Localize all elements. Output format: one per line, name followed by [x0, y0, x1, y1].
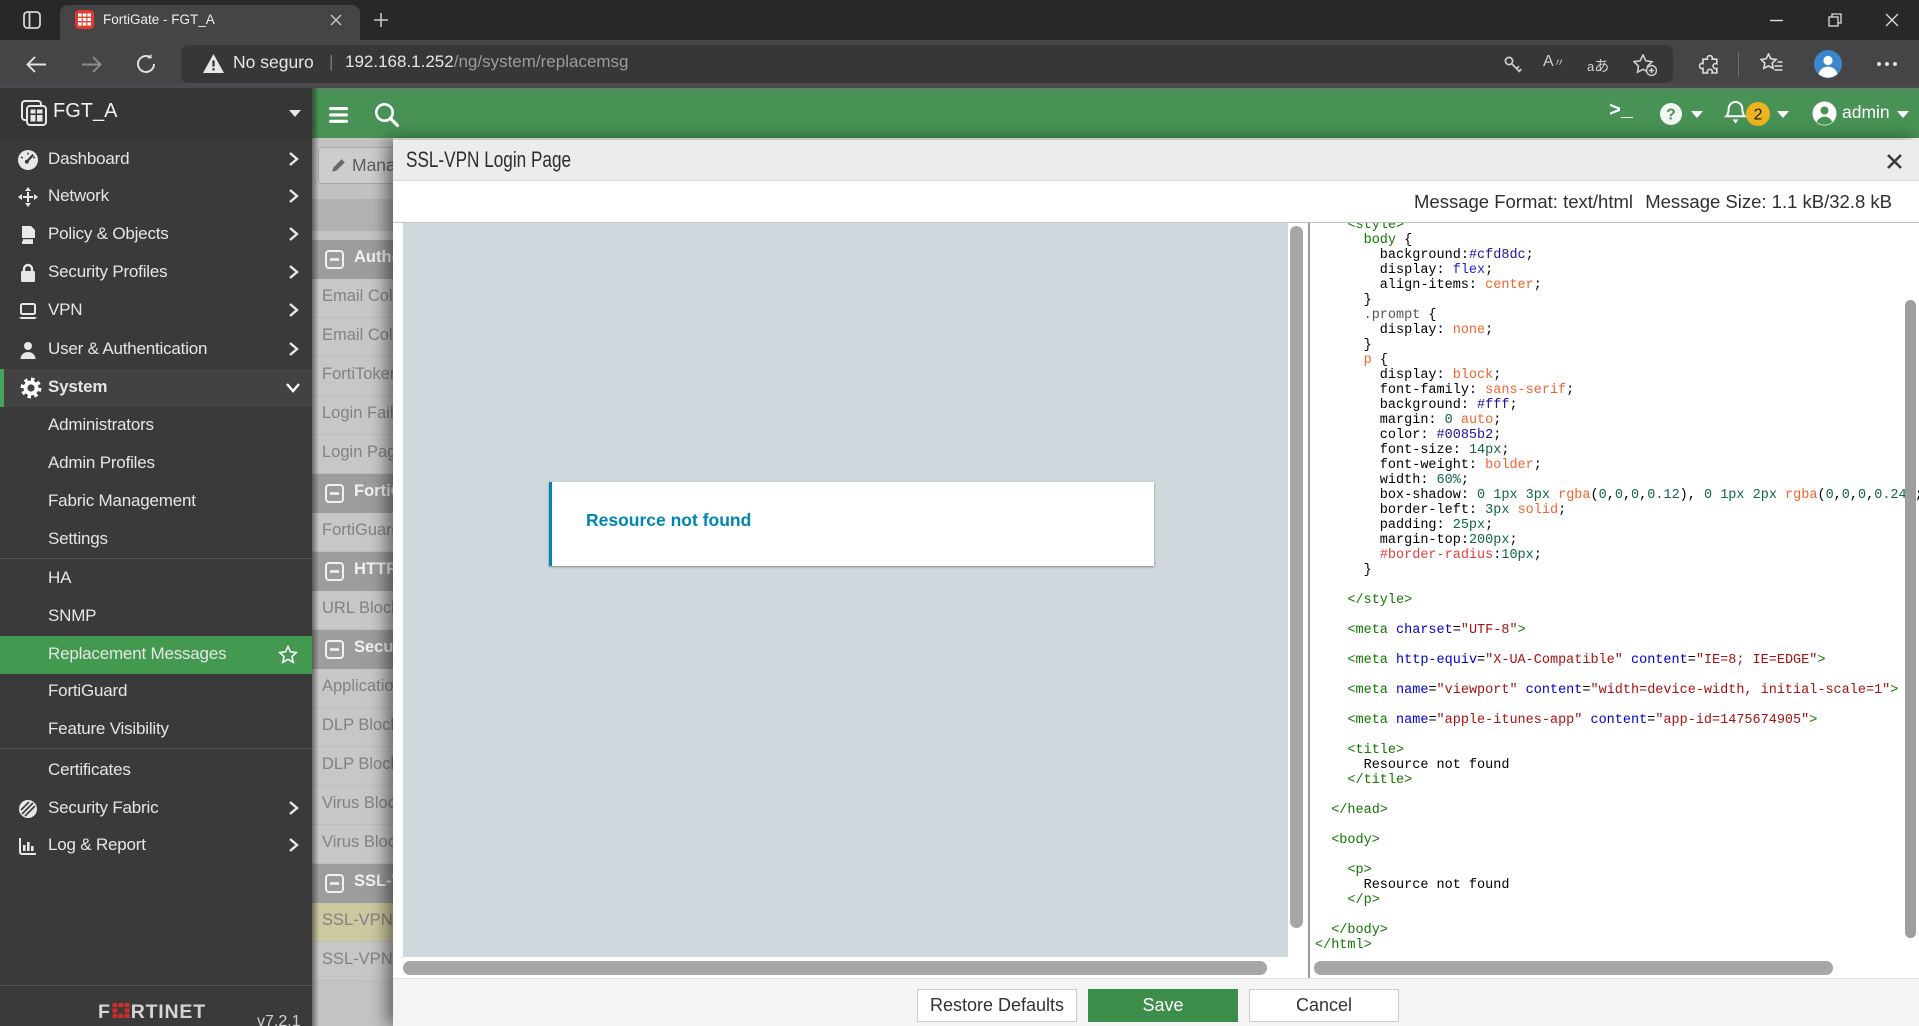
svg-text:?: ?: [1666, 107, 1675, 124]
svg-text:2: 2: [1754, 107, 1763, 124]
